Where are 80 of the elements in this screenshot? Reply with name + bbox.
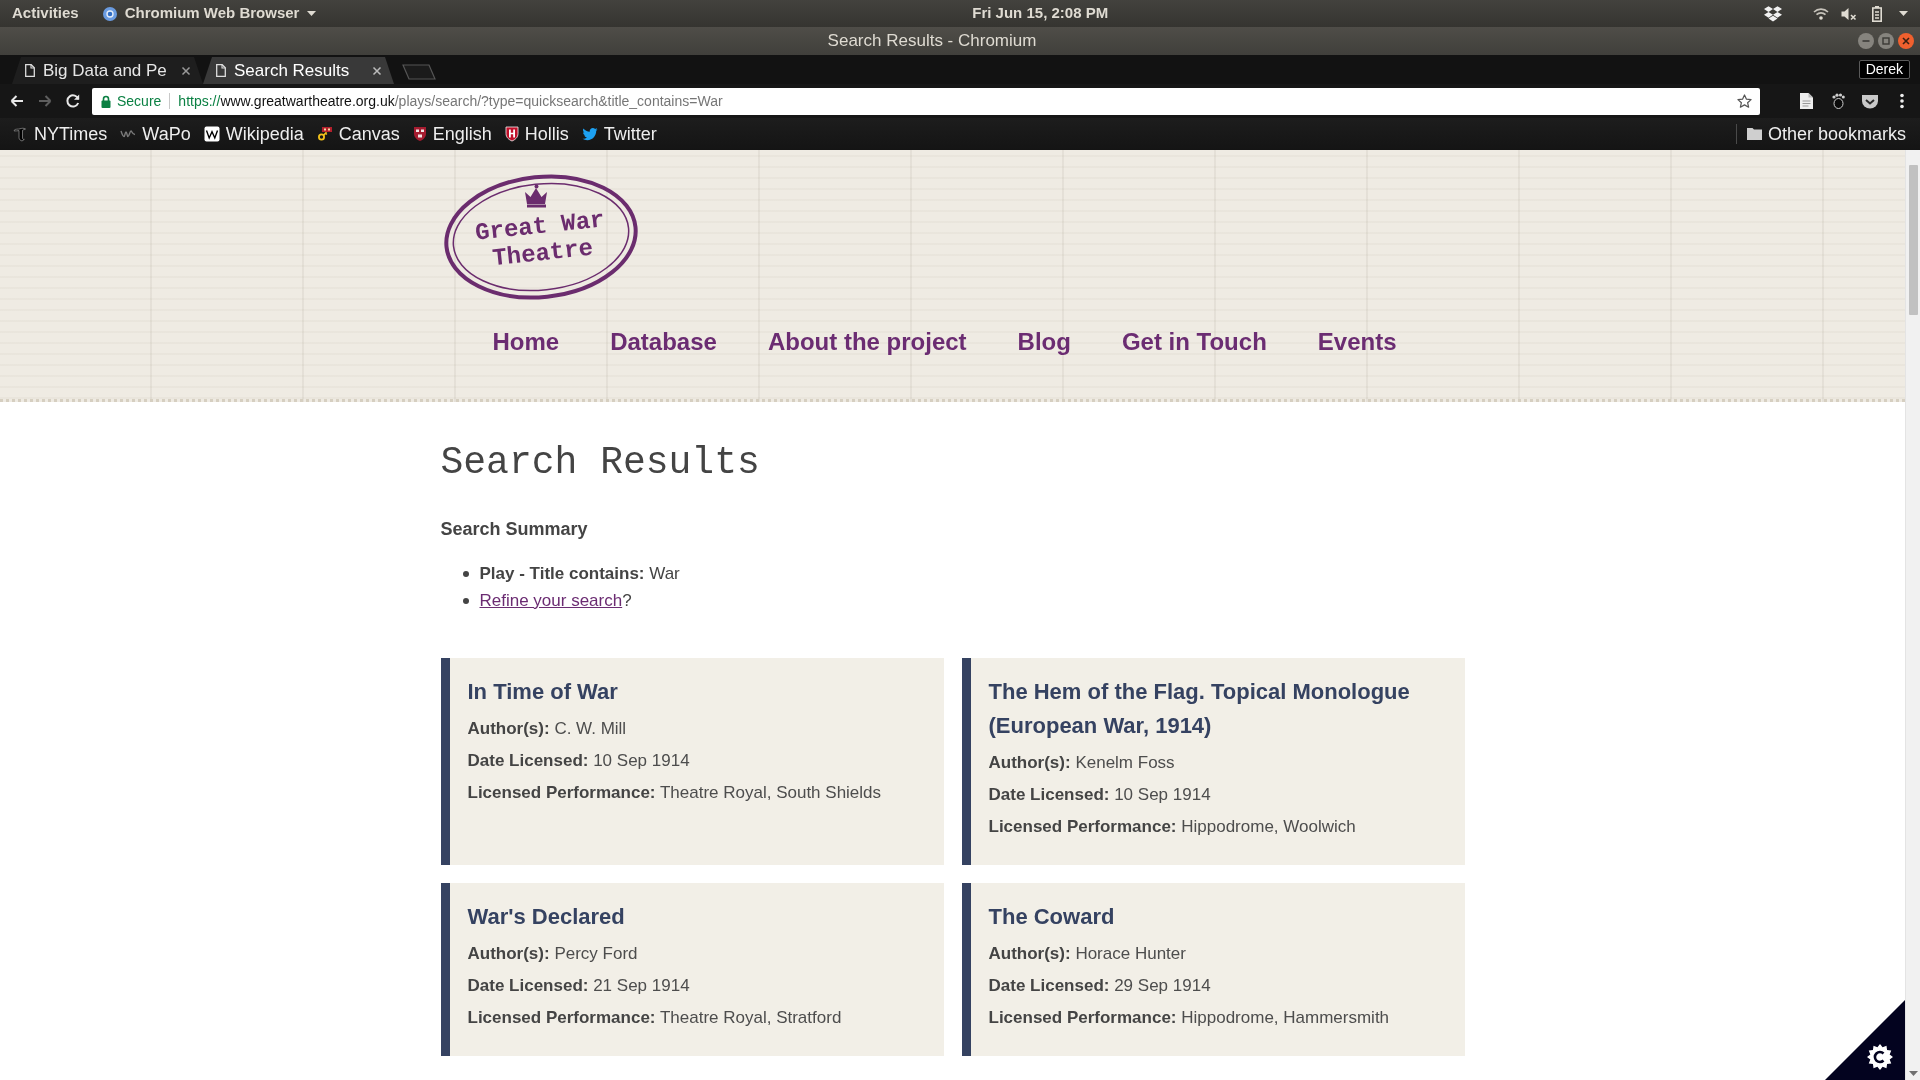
result-title-link[interactable]: The Coward — [988, 900, 1115, 934]
summary-heading: Search Summary — [440, 518, 588, 541]
refine-search-link[interactable]: Refine your search — [479, 591, 623, 610]
result-field: Author(s): Kenelm Foss — [988, 747, 1175, 779]
minimize-button[interactable] — [1858, 33, 1874, 49]
url-text: https://www.greatwartheatre.org.uk/plays/search/?type=quicksearch&title_contains=War — [178, 91, 723, 111]
wifi-icon[interactable] — [1813, 7, 1829, 20]
bookmark-link[interactable]: Canvas — [316, 120, 400, 148]
footprint-icon[interactable] — [1831, 93, 1845, 109]
result-field: Date Licensed: 29 Sep 1914 — [988, 970, 1211, 1002]
scrollbar-thumb[interactable] — [1908, 165, 1918, 315]
result-title-link[interactable]: In Time of War — [467, 675, 618, 709]
circle-logo-icon — [102, 6, 117, 21]
new-tab-button[interactable] — [402, 64, 436, 80]
page-heading: Search Results — [440, 440, 760, 486]
app-menu-button[interactable]: Chromium Web Browser — [102, 2, 317, 25]
bookmark-link[interactable]: NYTimes — [12, 120, 108, 148]
other-bookmarks-button[interactable]: Other bookmarks — [1746, 120, 1906, 148]
close-icon[interactable] — [372, 65, 382, 76]
crown-icon — [524, 184, 547, 208]
shield-icon — [504, 126, 519, 142]
bookmark-link[interactable]: Wikipedia — [203, 120, 304, 148]
caret-icon[interactable] — [1899, 11, 1908, 16]
result-field: Author(s): Horace Hunter — [988, 938, 1186, 970]
profile-button[interactable]: Derek — [1858, 60, 1910, 79]
summary-criterion: Play - Title contains: War — [479, 563, 680, 585]
result-title-link[interactable]: The Hem of the Flag. Topical Monologue (European War, 1914) — [988, 675, 1449, 743]
folder-icon — [1746, 128, 1762, 140]
security-label: Secure — [117, 91, 162, 111]
bookmark-link[interactable]: Twitter — [581, 120, 657, 148]
maximize-button[interactable] — [1878, 33, 1894, 49]
window-title: Search Results - Chromium — [827, 30, 1037, 53]
nav-link[interactable]: Events — [1317, 327, 1397, 357]
page-icon — [216, 64, 226, 77]
result-field: Author(s): C. W. Mill — [467, 713, 627, 745]
chevron-tile-icon[interactable] — [1861, 93, 1879, 109]
browser-tab[interactable]: Big Data and Pe — [12, 57, 203, 84]
nav-link[interactable]: Blog — [1017, 327, 1071, 357]
close-icon[interactable] — [181, 65, 191, 76]
address-field[interactable]: Secure https://www.greatwartheatre.org.uk/plays/search/?type=quicksearch&title_contains=War — [92, 87, 1760, 115]
nav-link[interactable]: Get in Touch — [1121, 327, 1267, 357]
page-icon[interactable] — [1799, 93, 1813, 109]
bookmark-link[interactable]: WaPo — [120, 120, 191, 148]
scroll-down-button[interactable] — [1908, 1071, 1918, 1076]
result-field: Licensed Performance: Theatre Royal, Stratford — [467, 1002, 842, 1034]
reload-button[interactable] — [64, 92, 82, 110]
star-icon[interactable] — [1737, 93, 1752, 109]
result-field: Licensed Performance: Theatre Royal, South Shields — [467, 777, 882, 809]
bookmark-link[interactable]: Hollis — [504, 120, 569, 148]
bullet-icon — [462, 570, 469, 577]
speaker-muted-icon[interactable] — [1841, 6, 1857, 21]
browser-tab[interactable]: Search Results — [203, 57, 394, 84]
boxes-icon[interactable] — [1764, 5, 1782, 22]
result-field: Date Licensed: 21 Sep 1914 — [467, 970, 690, 1002]
gear-icon — [1867, 1044, 1893, 1070]
emblem-icon — [12, 126, 28, 142]
menu-icon[interactable] — [1900, 93, 1904, 109]
result-field: Date Licensed: 10 Sep 1914 — [467, 745, 690, 777]
result-field: Author(s): Percy Ford — [467, 938, 638, 970]
tile-icon — [203, 126, 220, 142]
close-button[interactable] — [1898, 33, 1914, 49]
nav-link[interactable]: About the project — [767, 327, 967, 357]
bird-icon — [581, 126, 598, 142]
caret-icon — [307, 11, 317, 16]
battery-icon[interactable] — [1872, 5, 1882, 22]
nav-link[interactable]: Database — [610, 327, 717, 357]
bullet-icon — [462, 597, 469, 604]
lock-icon — [101, 94, 111, 108]
key-icon — [316, 126, 333, 142]
clock-text: Fri Jun 15, 2:08 PM — [972, 3, 1109, 24]
result-field: Licensed Performance: Hippodrome, Hammersmith — [988, 1002, 1390, 1034]
bookmark-link[interactable]: English — [412, 120, 492, 148]
summary-note: Refine your search? — [479, 590, 632, 612]
activities-button[interactable]: Activities — [12, 2, 79, 25]
page-icon — [25, 64, 35, 77]
nav-link[interactable]: Home — [492, 327, 560, 357]
result-title-link[interactable]: War's Declared — [467, 900, 625, 934]
shield-icon — [412, 126, 427, 142]
result-field: Licensed Performance: Hippodrome, Woolwich — [988, 811, 1356, 843]
result-field: Date Licensed: 10 Sep 1914 — [988, 779, 1211, 811]
